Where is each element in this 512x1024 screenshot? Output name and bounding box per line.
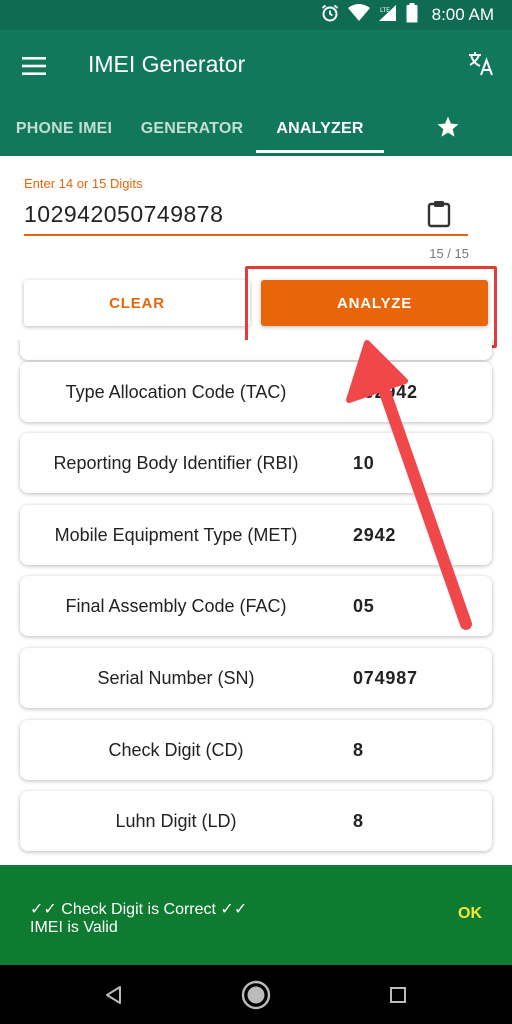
result-value: 2942: [353, 524, 397, 545]
result-value: 074987: [353, 667, 418, 688]
tab-analyzer[interactable]: ANALYZER: [256, 102, 384, 156]
result-value: 102942: [353, 381, 418, 402]
tab-favorites[interactable]: [384, 102, 512, 156]
clipboard-icon[interactable]: [424, 198, 454, 230]
status-icons: LTE 8:00 AM: [320, 0, 494, 30]
result-card-sn: Serial Number (SN) 074987: [20, 648, 492, 708]
result-label: Final Assembly Code (FAC): [65, 595, 287, 616]
input-label: Enter 14 or 15 Digits: [24, 176, 143, 191]
imei-input-row: [24, 196, 468, 236]
home-icon[interactable]: [238, 977, 274, 1013]
snackbar-ok-button[interactable]: OK: [458, 905, 482, 923]
status-bar: LTE 8:00 AM: [0, 0, 512, 30]
results-list: Type Allocation Code (TAC) 102942 Report…: [0, 340, 512, 865]
status-time: 8:00 AM: [431, 5, 494, 24]
result-value: 8: [353, 739, 364, 760]
result-label: Check Digit (CD): [108, 739, 244, 760]
result-card-met: Mobile Equipment Type (MET) 2942: [20, 505, 492, 565]
result-label: Mobile Equipment Type (MET): [54, 524, 298, 545]
wifi-icon: [347, 3, 370, 27]
app-title: IMEI Generator: [88, 51, 246, 77]
tab-phone-imei[interactable]: PHONE IMEI: [0, 102, 128, 156]
result-value: 10: [353, 452, 375, 473]
battery-icon: [406, 2, 418, 28]
result-label: Reporting Body Identifier (RBI): [53, 452, 299, 473]
tab-bar: PHONE IMEI GENERATOR ANALYZER: [0, 102, 512, 156]
snackbar-submessage: IMEI is Valid: [30, 919, 118, 936]
result-label: Type Allocation Code (TAC): [65, 381, 287, 402]
translate-icon[interactable]: [464, 46, 498, 80]
lte-signal-icon: LTE: [378, 4, 398, 27]
menu-icon[interactable]: [18, 50, 50, 82]
recents-icon[interactable]: [380, 977, 416, 1013]
char-counter: 15 / 15: [429, 246, 469, 261]
result-card-fac: Final Assembly Code (FAC) 05: [20, 576, 492, 636]
result-value: 8: [353, 810, 364, 831]
result-card-partial: [20, 340, 492, 360]
analyze-button[interactable]: ANALYZE: [261, 280, 488, 326]
snackbar-message: ✓✓ Check Digit is Correct ✓✓: [30, 901, 248, 918]
navigation-bar: [0, 965, 512, 1024]
result-card-cd: Check Digit (CD) 8: [20, 720, 492, 780]
back-icon[interactable]: [96, 977, 132, 1013]
result-value: 05: [353, 595, 375, 616]
snackbar: ✓✓ Check Digit is Correct ✓✓ IMEI is Val…: [0, 865, 512, 965]
tab-generator[interactable]: GENERATOR: [128, 102, 256, 156]
star-icon: [436, 115, 460, 144]
app-bar: IMEI Generator: [0, 30, 512, 102]
clear-button[interactable]: CLEAR: [24, 280, 250, 326]
result-card-ld: Luhn Digit (LD) 8: [20, 791, 492, 851]
tab-indicator: [256, 150, 384, 153]
result-card-tac: Type Allocation Code (TAC) 102942: [20, 362, 492, 422]
result-label: Luhn Digit (LD): [115, 810, 237, 831]
svg-text:LTE: LTE: [380, 7, 390, 14]
alarm-icon: [320, 3, 340, 28]
imei-input[interactable]: [24, 196, 414, 232]
result-card-rbi: Reporting Body Identifier (RBI) 10: [20, 433, 492, 493]
result-label: Serial Number (SN): [97, 667, 255, 688]
